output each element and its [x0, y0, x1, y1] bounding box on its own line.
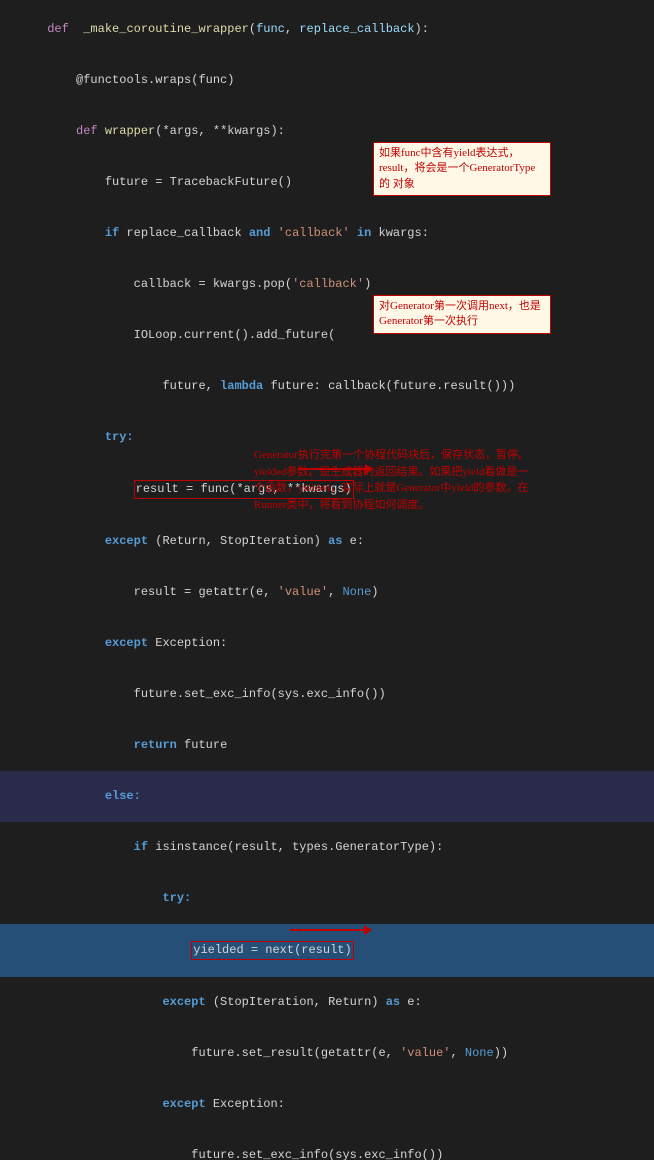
code-line-22: except Exception: — [0, 1079, 654, 1130]
code-line-23: future.set_exc_info(sys.exc_info()) — [0, 1130, 654, 1160]
code-line-1: def _make_coroutine_wrapper(func, replac… — [0, 4, 654, 55]
code-line-19: yielded = next(result) — [0, 924, 654, 977]
code-line-4: future = TracebackFuture() — [0, 157, 654, 208]
code-line-3: def wrapper(*args, **kwargs): — [0, 106, 654, 157]
code-line-21: future.set_result(getattr(e, 'value', No… — [0, 1028, 654, 1079]
code-line-11: except (Return, StopIteration) as e: — [0, 516, 654, 567]
code-line-18: try: — [0, 873, 654, 924]
code-line-13: except Exception: — [0, 618, 654, 669]
code-line-2: @functools.wraps(func) — [0, 55, 654, 106]
code-container: def _make_coroutine_wrapper(func, replac… — [0, 0, 654, 1160]
code-line-10: result = func(*args, **kwargs) — [0, 463, 654, 516]
code-line-7: IOLoop.current().add_future( — [0, 310, 654, 361]
code-line-8: future, lambda future: callback(future.r… — [0, 361, 654, 412]
code-line-6: callback = kwargs.pop('callback') — [0, 259, 654, 310]
code-line-9: try: — [0, 412, 654, 463]
code-line-17: if isinstance(result, types.GeneratorTyp… — [0, 822, 654, 873]
code-line-12: result = getattr(e, 'value', None) — [0, 567, 654, 618]
code-line-16: else: — [0, 771, 654, 822]
code-line-14: future.set_exc_info(sys.exc_info()) — [0, 669, 654, 720]
code-line-5: if replace_callback and 'callback' in kw… — [0, 208, 654, 259]
code-line-15: return future — [0, 720, 654, 771]
code-line-20: except (StopIteration, Return) as e: — [0, 977, 654, 1028]
